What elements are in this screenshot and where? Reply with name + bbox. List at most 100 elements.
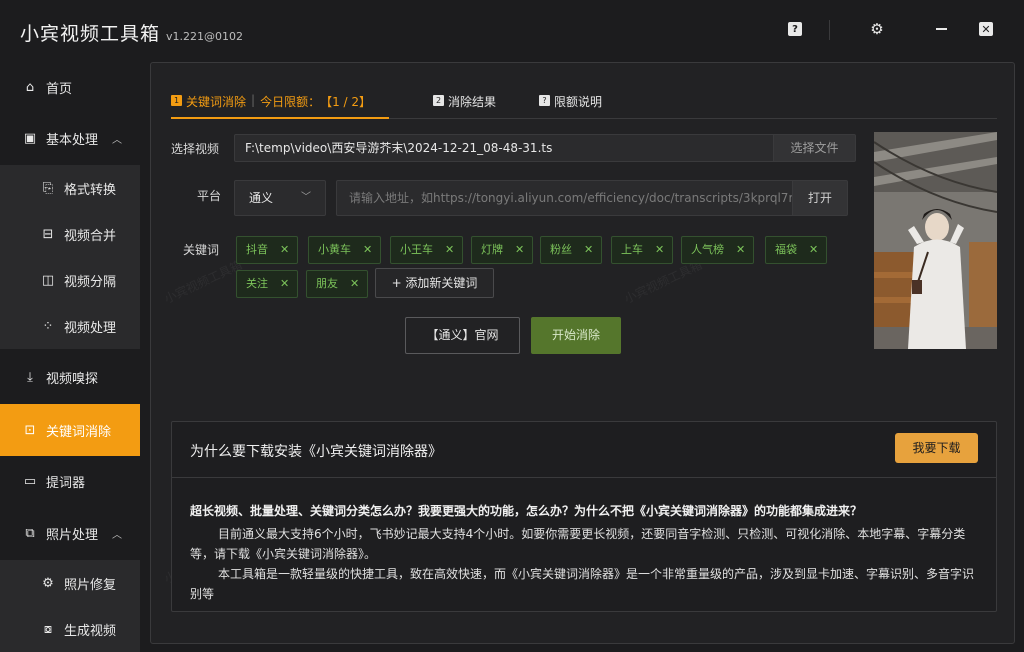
- sidebar-item-home[interactable]: ⌂ 首页: [0, 64, 140, 110]
- tab-number-icon: 1: [171, 95, 182, 106]
- sidebar-item-label: 视频合并: [64, 228, 117, 244]
- close-icon[interactable]: ✕: [809, 243, 818, 256]
- sidebar-item-label: 视频嗅探: [46, 371, 99, 387]
- tab-label: 关键词消除: [186, 95, 247, 109]
- keywords-label: 关键词: [183, 243, 220, 257]
- sidebar-item-merge[interactable]: ⊟ 视频合并: [0, 211, 140, 257]
- sidebar-item-generate-video[interactable]: ⧇ 生成视频: [0, 606, 140, 652]
- pick-file-button[interactable]: 选择文件: [773, 134, 856, 162]
- download-icon: ⤓: [27, 369, 33, 385]
- gear-icon[interactable]: ⚙: [870, 20, 884, 38]
- home-icon: ⌂: [25, 79, 35, 95]
- close-icon[interactable]: ✕: [655, 243, 664, 256]
- sidebar-item-label: 照片修复: [64, 577, 117, 593]
- sidebar-item-sniff[interactable]: ⤓ 视频嗅探: [0, 354, 140, 400]
- close-icon[interactable]: ✕: [736, 243, 745, 256]
- sidebar-item-basic[interactable]: ▣ 基本处理 ︿: [0, 115, 140, 161]
- merge-icon: ⊟: [42, 226, 54, 242]
- keyword-text: 粉丝: [550, 243, 572, 256]
- sidebar-item-label: 照片处理: [46, 527, 99, 543]
- close-icon[interactable]: ✕: [280, 243, 289, 256]
- file-convert-icon: ⎘: [42, 180, 54, 196]
- sidebar-item-label: 格式转换: [64, 182, 117, 198]
- tab-results[interactable]: 2 消除结果: [433, 93, 496, 119]
- tab-label: 消除结果: [448, 95, 497, 109]
- platform-select[interactable]: 通义 ﹀: [234, 180, 326, 216]
- info-header: 为什么要下载安装《小宾关键词消除器》 我要下载: [172, 422, 996, 478]
- sidebar-item-teleprompter[interactable]: ▭ 提词器: [0, 458, 140, 504]
- sidebar-item-process[interactable]: ⁘ 视频处理: [0, 303, 140, 349]
- sidebar-item-label: 生成视频: [64, 623, 117, 639]
- keyword-chip: 粉丝 ✕: [540, 236, 603, 264]
- close-icon[interactable]: ✕: [280, 277, 289, 290]
- minimize-icon[interactable]: [934, 22, 948, 36]
- sidebar-item-label: 基本处理: [46, 132, 99, 148]
- open-button[interactable]: 打开: [792, 180, 848, 216]
- chevron-down-icon: ﹀: [301, 192, 311, 203]
- keyword-chip: 小王车 ✕: [390, 236, 464, 264]
- platform-label: 平台: [197, 189, 222, 203]
- video-icon: ▣: [23, 130, 37, 146]
- keyword-text: 上车: [621, 243, 643, 256]
- keyword-chip: 上车 ✕: [611, 236, 674, 264]
- info-title: 为什么要下载安装《小宾关键词消除器》: [190, 444, 442, 460]
- tab-quota-info[interactable]: ? 限额说明: [539, 93, 602, 119]
- tab-bar: 1 关键词消除 | 今日限额： 【1 / 2】 2 消除结果 ? 限额说明: [171, 93, 997, 119]
- sidebar-item-label: 首页: [46, 81, 73, 97]
- keyword-chip: 朋友 ✕: [306, 270, 369, 298]
- keyword-text: 灯牌: [481, 243, 503, 256]
- platform-value: 通义: [249, 191, 274, 205]
- keyword-chip: 人气榜 ✕: [681, 236, 755, 264]
- close-icon[interactable]: ✕: [515, 243, 524, 256]
- tab-keyword-remove[interactable]: 1 关键词消除 | 今日限额： 【1 / 2】: [171, 93, 371, 119]
- sidebar-item-format[interactable]: ⎘ 格式转换: [0, 165, 140, 211]
- info-panel: 为什么要下载安装《小宾关键词消除器》 我要下载 超长视频、批量处理、关键词分类怎…: [171, 421, 997, 612]
- close-icon[interactable]: ✕: [584, 243, 593, 256]
- quota-label: 今日限额：: [260, 95, 321, 109]
- tab-number-icon: 2: [433, 95, 444, 106]
- quota-separator: |: [251, 93, 256, 107]
- sidebar-item-photo[interactable]: ⧉ 照片处理 ︿: [0, 510, 140, 556]
- app-title: 小宾视频工具箱 v1.221@0102: [20, 23, 244, 45]
- url-input[interactable]: 请输入地址，如https://tongyi.aliyun.com/efficie…: [336, 180, 793, 216]
- quota-value: 【1 / 2】: [320, 95, 372, 109]
- active-tab-indicator: [171, 117, 389, 119]
- teleprompter-icon: ▭: [23, 473, 37, 489]
- download-button[interactable]: 我要下载: [895, 433, 978, 463]
- video-path-input[interactable]: F:\temp\video\西安导游芥末\2024-12-21_08-48-31…: [234, 134, 774, 162]
- keyword-text: 人气榜: [691, 243, 724, 256]
- repair-icon: ⚙: [42, 575, 54, 591]
- close-icon[interactable]: ✕: [350, 277, 359, 290]
- start-remove-button[interactable]: 开始消除: [531, 317, 621, 354]
- sidebar-item-photo-repair[interactable]: ⚙ 照片修复: [0, 560, 140, 606]
- keyword-text: 抖音: [246, 243, 268, 256]
- question-icon: ?: [539, 95, 550, 106]
- keyword-chip: 小黄车 ✕: [308, 236, 382, 264]
- sidebar-item-label: 视频处理: [64, 320, 117, 336]
- sidebar-item-label: 提词器: [46, 475, 86, 491]
- keyword-chip: 抖音 ✕: [236, 236, 299, 264]
- title-bar: 小宾视频工具箱 v1.221@0102 ? ⚙ ✕: [0, 0, 1024, 62]
- video-thumbnail: [874, 132, 997, 349]
- close-icon[interactable]: ✕: [979, 22, 993, 36]
- chevron-up-icon: ︿: [112, 134, 122, 146]
- sidebar: ⌂ 首页 ▣ 基本处理 ︿ ⎘ 格式转换 ⊟ 视频合并 ◫ 视频分隔 ⁘ 视频处…: [0, 62, 140, 652]
- keyword-icon: ⊡: [24, 422, 36, 438]
- main-panel: 小宾视频工具箱 小宾视频工具箱 小宾视频工具箱 小宾视频工具箱 1 关键词消除 …: [150, 62, 1015, 644]
- add-keyword-button[interactable]: + 添加新关键词: [375, 268, 494, 298]
- help-icon[interactable]: ?: [788, 22, 802, 36]
- info-paragraph: 本工具箱是一款轻量级的快捷工具，致在高效快速，而《小宾关键词消除器》是一个非常重…: [190, 567, 975, 601]
- sidebar-item-split[interactable]: ◫ 视频分隔: [0, 257, 140, 303]
- keyword-chip: 灯牌 ✕: [471, 236, 534, 264]
- app-version: v1.221@0102: [166, 30, 244, 43]
- sidebar-item-keyword-remove[interactable]: ⊡ 关键词消除: [0, 404, 140, 456]
- process-icon: ⁘: [42, 318, 54, 334]
- close-icon[interactable]: ✕: [445, 243, 454, 256]
- video-label: 选择视频: [171, 142, 220, 156]
- keyword-chip: 福袋 ✕: [765, 236, 828, 264]
- close-icon[interactable]: ✕: [363, 243, 372, 256]
- chevron-up-icon: ︿: [112, 529, 122, 541]
- keyword-chip: 关注 ✕: [236, 270, 299, 298]
- official-site-button[interactable]: 【通义】官网: [405, 317, 520, 354]
- titlebar-divider: [829, 20, 830, 40]
